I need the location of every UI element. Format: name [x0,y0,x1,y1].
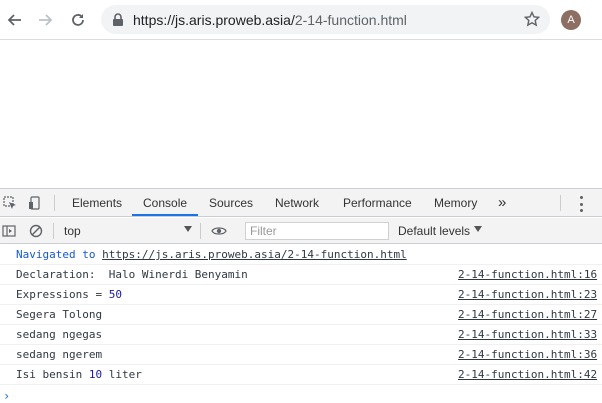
navigated-url-link[interactable]: https://js.aris.proweb.asia/2-14-functio… [102,248,407,261]
filter-input[interactable] [245,222,389,240]
more-tabs-button[interactable]: » [498,189,506,217]
devtools-panel: Elements Console Sources Network Perform… [0,188,602,403]
tab-elements[interactable]: Elements [72,189,122,217]
chevron-down-icon[interactable] [184,226,192,232]
tab-performance[interactable]: Performance [343,189,412,217]
tab-memory[interactable]: Memory [434,189,477,217]
console-row: Declaration: Halo Winerdi Benyamin 2-14-… [0,265,602,285]
device-toolbar-icon[interactable] [27,195,43,211]
console-message: Expressions = 50 [16,288,122,301]
console-row: sedang ngegas 2-14-function.html:33 [0,325,602,345]
console-toolbar: top Default levels [0,218,602,244]
source-link[interactable]: 2-14-function.html:33 [458,325,597,345]
clear-console-icon[interactable] [28,223,44,239]
eye-icon[interactable] [211,223,227,239]
navigation-message: Navigated to https://js.aris.proweb.asia… [0,245,602,265]
star-icon[interactable] [523,10,541,30]
tab-divider [54,195,55,211]
tab-network[interactable]: Network [275,189,319,217]
log-levels-dropdown[interactable]: Default levels [398,224,470,238]
console-message: sedang ngegas [16,328,103,341]
console-message: Segera Tolong [16,308,103,321]
forward-icon[interactable] [35,10,55,30]
console-output: Navigated to https://js.aris.proweb.asia… [0,245,602,385]
console-prompt-icon[interactable]: › [3,389,10,403]
sidebar-toggle-icon[interactable] [1,223,17,239]
toolbar-divider [53,223,54,239]
back-icon[interactable] [5,10,25,30]
console-message: sedang ngerem [16,348,103,361]
lock-icon [112,13,124,30]
context-selector[interactable]: top [64,224,81,238]
tab-sources[interactable]: Sources [209,189,253,217]
console-message: Declaration: Halo Winerdi Benyamin [16,268,248,281]
reload-icon[interactable] [68,10,88,30]
console-message: Isi bensin 10 liter [16,368,142,381]
console-row: Expressions = 50 2-14-function.html:23 [0,285,602,305]
source-link[interactable]: 2-14-function.html:36 [458,345,597,365]
source-link[interactable]: 2-14-function.html:16 [458,265,597,285]
console-row: sedang ngerem 2-14-function.html:36 [0,345,602,365]
navigated-label: Navigated to [16,248,103,261]
tab-divider [560,195,561,211]
address-bar[interactable]: https://js.aris.proweb.asia/2-14-functio… [101,5,550,34]
devtools-tabbar: Elements Console Sources Network Perform… [0,189,602,217]
url-text[interactable]: https://js.aris.proweb.asia/2-14-functio… [133,12,407,28]
source-link[interactable]: 2-14-function.html:27 [458,305,597,325]
console-row: Isi bensin 10 liter 2-14-function.html:4… [0,365,602,385]
chevron-down-icon[interactable] [474,226,482,232]
console-row: Segera Tolong 2-14-function.html:27 [0,305,602,325]
tab-console[interactable]: Console [132,189,199,216]
source-link[interactable]: 2-14-function.html:23 [458,285,597,305]
inspect-element-icon[interactable] [2,195,18,211]
source-link[interactable]: 2-14-function.html:42 [458,365,597,385]
avatar[interactable]: A [561,10,581,30]
browser-toolbar: https://js.aris.proweb.asia/2-14-functio… [0,0,602,40]
toolbar-divider [200,223,201,239]
more-options-icon[interactable] [576,196,586,212]
